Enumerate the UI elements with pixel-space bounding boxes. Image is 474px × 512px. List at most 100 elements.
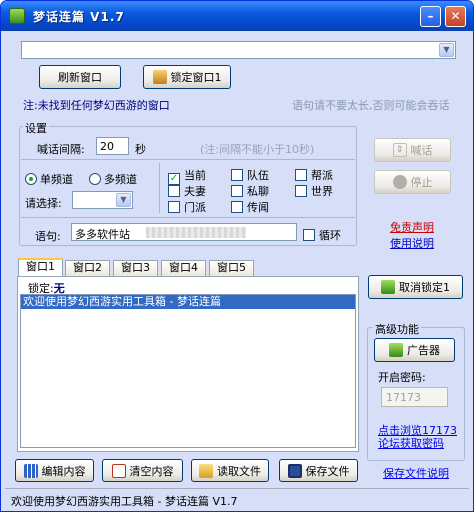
shout-label: 喊话: [410, 144, 433, 157]
channel-label: 帮派: [311, 169, 333, 182]
checkbox-icon: [168, 185, 180, 197]
minimize-button[interactable]: –: [420, 6, 441, 27]
not-found-note: 注:未找到任何梦幻西游的窗口: [23, 99, 170, 112]
interval-value: 20: [100, 140, 114, 153]
tab-label: 窗口3: [121, 261, 150, 274]
list-item[interactable]: 欢迎使用梦幻西游实用工具箱 - 梦话连篇: [21, 295, 355, 309]
channel-checkbox-sect[interactable]: 门派: [168, 199, 206, 215]
window-title: 梦话连篇 V1.7: [33, 10, 125, 24]
shout-button[interactable]: ⇕ 喊话: [374, 138, 451, 162]
channel-label: 传闻: [247, 201, 269, 214]
channel-checkbox-private[interactable]: 私聊: [231, 183, 269, 199]
title-bar[interactable]: 梦话连篇 V1.7 – ✕: [1, 1, 473, 31]
edit-label: 编辑内容: [41, 464, 86, 478]
tab-label: 窗口5: [217, 261, 246, 274]
arrows-icon: ⇕: [392, 143, 407, 157]
grid-icon: [23, 463, 38, 478]
channel-label: 当前: [184, 169, 206, 182]
channel-checkbox-rumor[interactable]: 传闻: [231, 199, 269, 215]
tab-label: 窗口2: [73, 261, 102, 274]
channel-checkbox-team[interactable]: 队伍: [231, 167, 269, 183]
clear-content-button[interactable]: 清空内容: [102, 459, 183, 482]
usage-link[interactable]: 使用说明: [390, 235, 434, 251]
save-doc-link[interactable]: 保存文件说明: [383, 465, 449, 481]
channel-label: 夫妻: [184, 185, 206, 198]
multi-channel-radio[interactable]: 多频道: [89, 171, 137, 187]
channel-label: 私聊: [247, 185, 269, 198]
channel-label: 世界: [311, 185, 333, 198]
tab-window1[interactable]: 窗口1: [18, 258, 63, 277]
channel-label: 门派: [184, 201, 206, 214]
channel-divider: [159, 163, 160, 213]
phrase-value: 多多软件站: [75, 228, 130, 241]
length-warning: 语句请不要太长,否则可能会吞话: [292, 99, 450, 112]
ad-button[interactable]: 广告器: [374, 338, 455, 362]
status-bar: 欢迎使用梦幻西游实用工具箱 - 梦话连篇 V1.7: [5, 488, 469, 508]
interval-note: (注:间隔不能小于10秒): [200, 143, 315, 156]
message-list[interactable]: 欢迎使用梦幻西游实用工具箱 - 梦话连篇: [20, 294, 356, 448]
channel-select[interactable]: ▼: [72, 191, 133, 209]
interval-label: 喊话间隔:: [37, 143, 85, 156]
single-channel-radio[interactable]: 单频道: [25, 171, 73, 187]
save-file-button[interactable]: 保存文件: [279, 459, 358, 482]
tab-window5[interactable]: 窗口5: [209, 260, 254, 276]
checkbox-icon: [231, 169, 243, 181]
refresh-window-button[interactable]: 刷新窗口: [39, 65, 121, 89]
ad-label: 广告器: [407, 344, 440, 357]
clear-label: 清空内容: [129, 464, 174, 478]
channel-checkbox-world[interactable]: 世界: [295, 183, 333, 199]
lock-window-button[interactable]: 锁定窗口1: [143, 65, 231, 89]
phrase-label: 语句:: [35, 230, 61, 243]
advanced-label: 高级功能: [373, 321, 421, 337]
app-window: 梦话连篇 V1.7 – ✕ ▼ 刷新窗口 锁定窗口1 注:未找到任何梦幻西游的窗…: [0, 0, 474, 512]
megaphone-icon: [389, 343, 403, 357]
checkbox-icon: [295, 185, 307, 197]
interval-unit: 秒: [135, 143, 146, 156]
channel-checkbox-spouse[interactable]: 夫妻: [168, 183, 206, 199]
refresh-label: 刷新窗口: [58, 71, 102, 84]
floppy-icon: [287, 463, 302, 478]
multi-channel-label: 多频道: [104, 173, 137, 186]
channel-checkbox-guild[interactable]: 帮派: [295, 167, 333, 183]
settings-group-label: 设置: [23, 120, 49, 136]
interval-input[interactable]: 20: [96, 137, 129, 155]
checkbox-icon: [303, 229, 315, 241]
password-input[interactable]: 17173: [381, 387, 448, 407]
select-label: 请选择:: [25, 197, 62, 210]
password-placeholder: 17173: [386, 391, 421, 404]
folder-open-icon: [199, 463, 213, 478]
read-file-button[interactable]: 读取文件: [191, 459, 269, 482]
disclaimer-link[interactable]: 免责声明: [390, 219, 434, 235]
chevron-down-icon: ▼: [439, 43, 454, 57]
loop-checkbox[interactable]: 循环: [303, 227, 341, 243]
stop-button[interactable]: 停止: [374, 170, 451, 194]
lock-label: 锁定窗口1: [170, 71, 222, 84]
tab-window4[interactable]: 窗口4: [161, 260, 206, 276]
unlock-button[interactable]: 取消锁定1: [368, 275, 463, 299]
checkbox-icon: [295, 169, 307, 181]
radio-off-icon: [89, 173, 101, 185]
loop-label: 循环: [319, 229, 341, 242]
stop-label: 停止: [410, 176, 433, 189]
chevron-down-icon: ▼: [116, 193, 131, 207]
tab-panel: 锁定:无 欢迎使用梦幻西游实用工具箱 - 梦话连篇: [17, 276, 359, 452]
checkbox-icon: [231, 185, 243, 197]
edit-content-button[interactable]: 编辑内容: [15, 459, 94, 482]
tab-window3[interactable]: 窗口3: [113, 260, 158, 276]
browse-link-2[interactable]: 论坛获取密码: [378, 435, 444, 451]
app-icon: [9, 8, 25, 24]
house-icon: [152, 70, 167, 84]
phrase-divider: [21, 217, 355, 218]
checkbox-icon: [231, 201, 243, 213]
unlock-label: 取消锁定1: [399, 281, 450, 294]
tab-window2[interactable]: 窗口2: [65, 260, 110, 276]
password-label: 开启密码:: [378, 371, 426, 384]
stop-icon: [392, 175, 407, 189]
checkbox-icon: [168, 201, 180, 213]
unlock-icon: [381, 280, 395, 294]
phrase-input[interactable]: 多多软件站: [71, 223, 297, 241]
window-select[interactable]: ▼: [21, 41, 456, 59]
tab-label: 窗口1: [26, 260, 55, 273]
close-button[interactable]: ✕: [445, 6, 466, 27]
radio-on-icon: [25, 173, 37, 185]
